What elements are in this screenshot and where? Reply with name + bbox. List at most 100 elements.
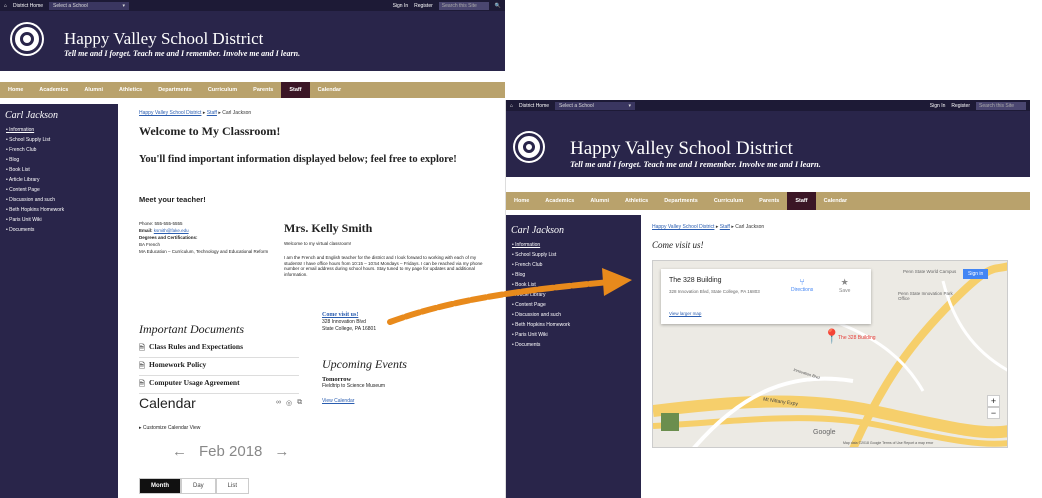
district-logo[interactable] <box>12 24 42 54</box>
search-input[interactable]: Search this Site <box>976 101 1026 110</box>
sign-in-link[interactable]: Sign In <box>930 103 946 109</box>
calendar-view-list[interactable]: List <box>215 478 250 494</box>
site-banner: Happy Valley School District Tell me and… <box>0 11 505 71</box>
embedded-map[interactable]: The 328 Building 328 Innovation Blvd, St… <box>652 260 1008 448</box>
document-link[interactable]: Computer Usage Agreement <box>149 378 240 391</box>
document-row[interactable]: 🖹 Homework Policy <box>139 358 299 376</box>
next-month-button[interactable]: → <box>274 443 289 460</box>
breadcrumb-root[interactable]: Happy Valley School District <box>652 224 714 230</box>
breadcrumb-current: Carl Jackson <box>222 110 252 116</box>
come-visit-link[interactable]: Come visit us! <box>322 312 358 318</box>
document-link[interactable]: Class Rules and Expectations <box>149 342 243 355</box>
nav-item-home[interactable]: Home <box>0 87 31 93</box>
nav-item-alumni[interactable]: Alumni <box>582 198 617 204</box>
nav-item-athletics[interactable]: Athletics <box>111 87 150 93</box>
district-logo[interactable] <box>515 133 543 161</box>
nav-item-calendar[interactable]: Calendar <box>816 198 856 204</box>
document-icon: 🖹 <box>139 361 146 370</box>
nav-item-curriculum[interactable]: Curriculum <box>706 198 751 204</box>
teacher-email-link[interactable]: ksmith@fake.edu <box>154 228 189 233</box>
sidebar-item[interactable]: French Club <box>0 145 118 155</box>
view-calendar-link[interactable]: View Calendar <box>322 398 385 405</box>
orange-arrow-annotation <box>387 268 632 325</box>
directions-label: Directions <box>791 287 814 293</box>
breadcrumb-separator: ▸ <box>715 224 719 230</box>
breadcrumb-staff[interactable]: Staff <box>207 110 217 116</box>
calendar-view-month[interactable]: Month <box>139 478 181 494</box>
document-link[interactable]: Homework Policy <box>149 360 206 373</box>
sidebar-title: Carl Jackson <box>5 110 59 121</box>
directions-button[interactable]: ⑂ Directions <box>791 277 813 293</box>
breadcrumb-current: Carl Jackson <box>735 224 765 230</box>
home-icon[interactable]: ⌂ <box>510 103 513 109</box>
pin-label: The 328 Building <box>838 335 876 341</box>
nav-item-parents[interactable]: Parents <box>245 87 281 93</box>
calendar-view-day[interactable]: Day <box>181 478 216 494</box>
map-sign-in-button[interactable]: Sign in <box>963 269 989 279</box>
sidebar-item[interactable]: Documents <box>506 340 641 350</box>
sidebar-item[interactable]: Paris Unit Wiki <box>0 215 118 225</box>
nav-item-athletics[interactable]: Athletics <box>617 198 656 204</box>
sidebar-item[interactable]: Information <box>0 125 118 135</box>
site-title[interactable]: Happy Valley School District <box>64 29 263 49</box>
sidebar-item[interactable]: School Supply List <box>0 135 118 145</box>
save-button[interactable]: ★ Save <box>839 277 850 294</box>
nav-item-calendar[interactable]: Calendar <box>310 87 350 93</box>
sidebar-item[interactable]: Documents <box>0 225 118 235</box>
search-icon[interactable]: 🔍 <box>495 3 501 9</box>
breadcrumb-staff[interactable]: Staff <box>720 224 730 230</box>
document-row[interactable]: 🖹 Class Rules and Expectations <box>139 340 299 358</box>
month-label: Feb 2018 <box>199 443 263 460</box>
site-title[interactable]: Happy Valley School District <box>570 138 793 160</box>
nav-item-home[interactable]: Home <box>506 198 537 204</box>
sidebar-item[interactable]: Book List <box>0 165 118 175</box>
sidebar-item[interactable]: Beth Hopkins Homework <box>0 205 118 215</box>
teacher-phone: Phone: 555-555-5555 <box>139 221 183 226</box>
main-nav: Home Academics Alumni Athletics Departments C… <box>0 82 505 98</box>
view-larger-map-link[interactable]: View larger map <box>669 311 701 316</box>
zoom-out-button[interactable]: − <box>987 407 1000 419</box>
nav-item-academics[interactable]: Academics <box>537 198 582 204</box>
sidebar-item[interactable]: Discussion and such <box>0 195 118 205</box>
sidebar-item[interactable]: Paris Unit Wiki <box>506 330 641 340</box>
register-link[interactable]: Register <box>951 103 970 109</box>
map-footer[interactable]: Map data ©2018 Google Terms of Use Repor… <box>843 441 933 445</box>
poi-label: Penn State Innovation Park Office <box>898 291 953 301</box>
breadcrumb-separator: ▸ <box>218 110 221 116</box>
school-select[interactable]: Select a School ▾ <box>555 101 636 110</box>
events-heading: Upcoming Events <box>322 357 407 371</box>
nav-item-parents[interactable]: Parents <box>751 198 787 204</box>
nav-item-departments[interactable]: Departments <box>150 87 200 93</box>
document-row[interactable]: 🖹 Computer Usage Agreement <box>139 376 299 394</box>
nav-item-staff[interactable]: Staff <box>281 82 310 98</box>
nav-item-academics[interactable]: Academics <box>31 87 76 93</box>
register-link[interactable]: Register <box>414 3 433 9</box>
degree-item: MA Education – Curriculum, Technology an… <box>139 249 269 254</box>
nav-item-curriculum[interactable]: Curriculum <box>200 87 245 93</box>
sidebar-item[interactable]: Blog <box>0 155 118 165</box>
breadcrumb-root[interactable]: Happy Valley School District <box>139 110 201 116</box>
nav-item-departments[interactable]: Departments <box>656 198 706 204</box>
sidebar-item[interactable]: Article Library <box>0 175 118 185</box>
nav-item-alumni[interactable]: Alumni <box>76 87 111 93</box>
save-label: Save <box>839 288 851 294</box>
home-icon[interactable]: ⌂ <box>4 3 7 9</box>
subscribe-icon[interactable]: ◎ <box>286 399 292 407</box>
prev-month-button[interactable]: ← <box>172 443 187 460</box>
sign-in-link[interactable]: Sign In <box>393 3 409 9</box>
customize-calendar-link[interactable]: Customize Calendar View <box>143 425 200 431</box>
nav-item-staff[interactable]: Staff <box>787 192 816 210</box>
external-icon[interactable]: ⧉ <box>297 399 302 407</box>
sidebar: Carl Jackson InformationSchool Supply Li… <box>0 104 118 498</box>
school-select[interactable]: Select a School ▾ <box>49 1 130 10</box>
district-home-link[interactable]: District Home <box>13 3 43 9</box>
place-name: The 328 Building <box>669 277 722 284</box>
sidebar-item[interactable]: Content Page <box>0 185 118 195</box>
zoom-in-button[interactable]: + <box>987 395 1000 407</box>
sidebar-item[interactable]: School Supply List <box>506 250 641 260</box>
search-input[interactable]: Search this Site <box>438 1 489 10</box>
sidebar-item[interactable]: Information <box>506 240 641 250</box>
link-icon[interactable]: ∞ <box>276 399 281 407</box>
screenshot-classroom-page: ⌂ District Home Select a School ▾ Sign In… <box>0 0 505 498</box>
district-home-link[interactable]: District Home <box>519 103 549 109</box>
